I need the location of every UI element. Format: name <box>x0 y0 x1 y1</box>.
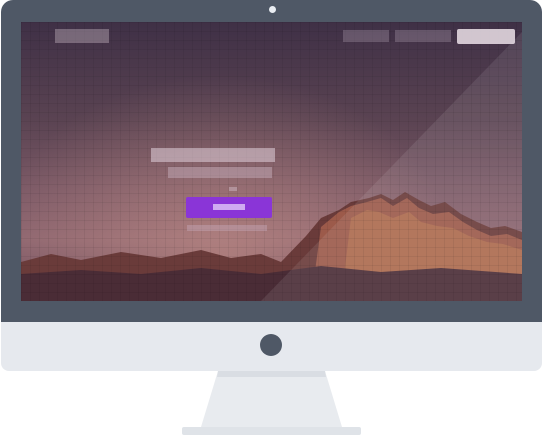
site-logo[interactable] <box>55 29 109 43</box>
hero-title <box>151 148 275 162</box>
monitor-screen <box>21 22 522 301</box>
hero-secondary-link[interactable] <box>187 225 267 231</box>
home-button-icon <box>260 334 282 356</box>
camera-icon <box>269 6 276 13</box>
nav-cta-button[interactable] <box>457 29 515 44</box>
hero-cta-label <box>213 204 245 210</box>
nav-link-2[interactable] <box>395 30 451 42</box>
monitor-stand <box>182 371 361 435</box>
hero-divider <box>229 187 237 191</box>
hero-cta-button[interactable] <box>186 197 272 218</box>
hero-subtitle <box>168 167 272 178</box>
nav-link-1[interactable] <box>343 30 389 42</box>
